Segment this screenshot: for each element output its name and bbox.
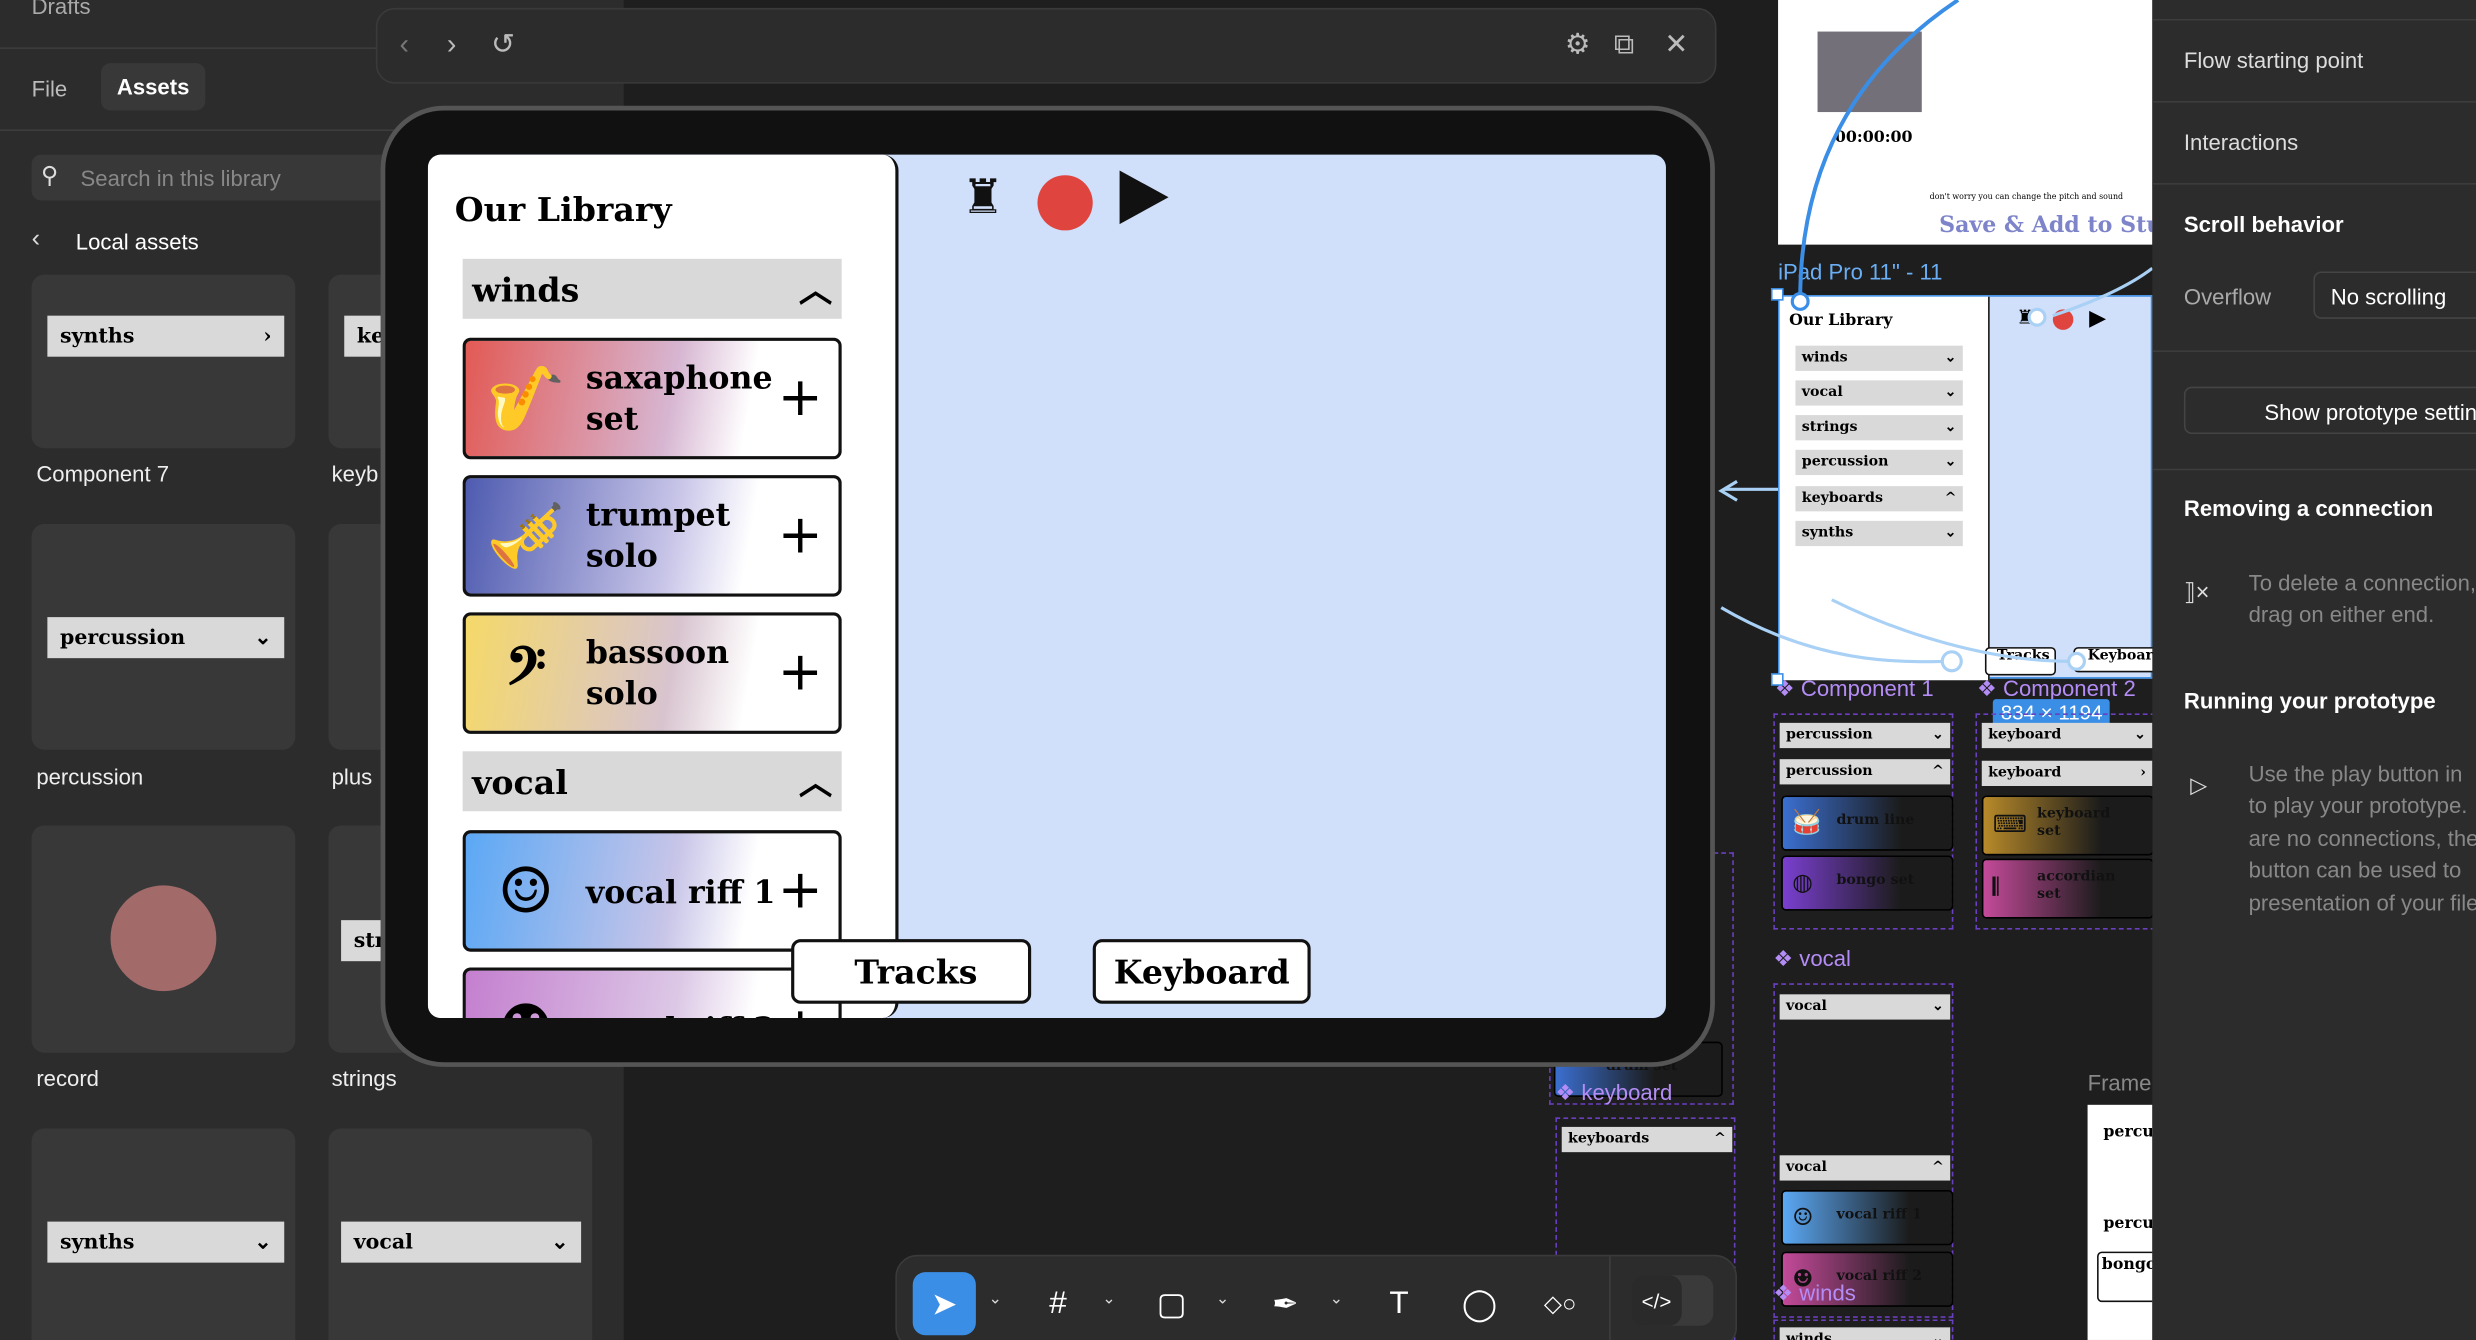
flow-starting-point[interactable]: Flow starting point [2184, 47, 2363, 72]
removing-connection-heading: Removing a connection [2183, 495, 2434, 521]
add-icon[interactable]: + [778, 859, 823, 922]
removing-connection-text: To delete a connection, drag on either en… [2248, 569, 2476, 627]
forward-icon[interactable]: › [447, 28, 456, 61]
settings-sliders-icon[interactable]: ⚙ [1565, 28, 1590, 61]
move-tool-icon[interactable]: ➤ [912, 1272, 976, 1336]
bassoon-solo-item[interactable]: 𝄢 bassoon solo + [462, 612, 842, 734]
bassoon-icon: 𝄢 [505, 636, 547, 711]
saxophone-icon: 🎷 [486, 361, 566, 436]
record-button[interactable] [1037, 175, 1093, 231]
chevron-down-icon[interactable]: ⌄ [1216, 1291, 1229, 1308]
running-prototype-text: Use the play button in to play your proto… [2248, 760, 2476, 915]
components-tool-icon[interactable]: ◇○ [1529, 1272, 1592, 1335]
play-button[interactable] [1119, 170, 1169, 225]
trumpet-icon: 🎺 [486, 498, 566, 573]
add-icon[interactable]: + [778, 503, 823, 566]
tracks-button[interactable]: Tracks [791, 939, 1032, 1004]
code-icon: </> [1631, 1275, 1682, 1326]
vocal-riff-1-item[interactable]: ☺ vocal riff 1 + [462, 830, 842, 952]
dev-mode-toggle[interactable]: </> [1631, 1275, 1714, 1326]
metronome-icon[interactable]: ♜ [962, 170, 1004, 225]
play-icon: ▷ [2190, 771, 2208, 798]
chevron-down-icon[interactable]: ⌄ [1102, 1291, 1115, 1308]
add-icon[interactable]: + [778, 641, 823, 704]
tools-toolbar: ➤ ⌄ # ⌄ ▢ ⌄ ✒ ⌄ T ◯ ◇○ </> [895, 1254, 1738, 1340]
text-tool-icon[interactable]: T [1368, 1272, 1431, 1335]
chevron-down-icon[interactable]: ⌄ [1330, 1291, 1343, 1308]
restart-icon[interactable]: ↺ [491, 28, 515, 61]
open-external-icon[interactable]: ⧉ [1614, 28, 1634, 61]
add-icon[interactable]: + [778, 366, 823, 429]
disconnect-icon: ⟧× [2183, 579, 2210, 607]
singer-icon: ☻ [478, 983, 573, 1018]
show-prototype-settings-button[interactable]: Show prototype settings [2183, 386, 2476, 435]
saxophone-set-item[interactable]: 🎷 saxaphone set + [462, 337, 842, 460]
running-prototype-heading: Running your prototype [2183, 688, 2436, 714]
close-icon[interactable]: ✕ [1664, 28, 1688, 61]
keyboard-button[interactable]: Keyboard [1092, 939, 1311, 1004]
prototype-screen: Our Library winds ︿ 🎷 saxaphone set + 🎺 tr… [427, 154, 1666, 1019]
trumpet-solo-item[interactable]: 🎺 trumpet solo + [462, 475, 842, 597]
back-icon[interactable]: ‹ [400, 28, 409, 61]
prototype-toolbar: ‹ › ↺ ⚙ ⧉ ✕ [375, 7, 1717, 84]
overflow-select[interactable]: No scrolling [2313, 271, 2476, 319]
frame-tool-icon[interactable]: # [1026, 1272, 1089, 1335]
comment-tool-icon[interactable]: ◯ [1448, 1272, 1511, 1335]
prototype-properties-panel: Flow starting point Interactions Scroll … [2152, 0, 2476, 1340]
interactions-heading[interactable]: Interactions [2184, 129, 2298, 154]
library-title: Our Library [454, 189, 672, 229]
chevron-up-icon: ︿ [799, 762, 833, 802]
section-vocal[interactable]: vocal ︿ [462, 751, 842, 812]
overflow-label: Overflow [2183, 284, 2272, 310]
library-panel: Our Library winds ︿ 🎷 saxaphone set + 🎺 tr… [427, 154, 899, 1019]
chevron-down-icon[interactable]: ⌄ [989, 1291, 1002, 1308]
scroll-behavior-heading: Scroll behavior [2183, 211, 2344, 237]
singer-icon: ☺ [497, 853, 555, 929]
rectangle-tool-icon[interactable]: ▢ [1140, 1272, 1203, 1335]
chevron-up-icon: ︿ [799, 269, 833, 310]
pen-tool-icon[interactable]: ✒ [1254, 1272, 1317, 1335]
vocal-riff-2-item[interactable]: ☻ vocal riff 2 + [462, 967, 842, 1019]
section-winds[interactable]: winds ︿ [462, 258, 842, 319]
